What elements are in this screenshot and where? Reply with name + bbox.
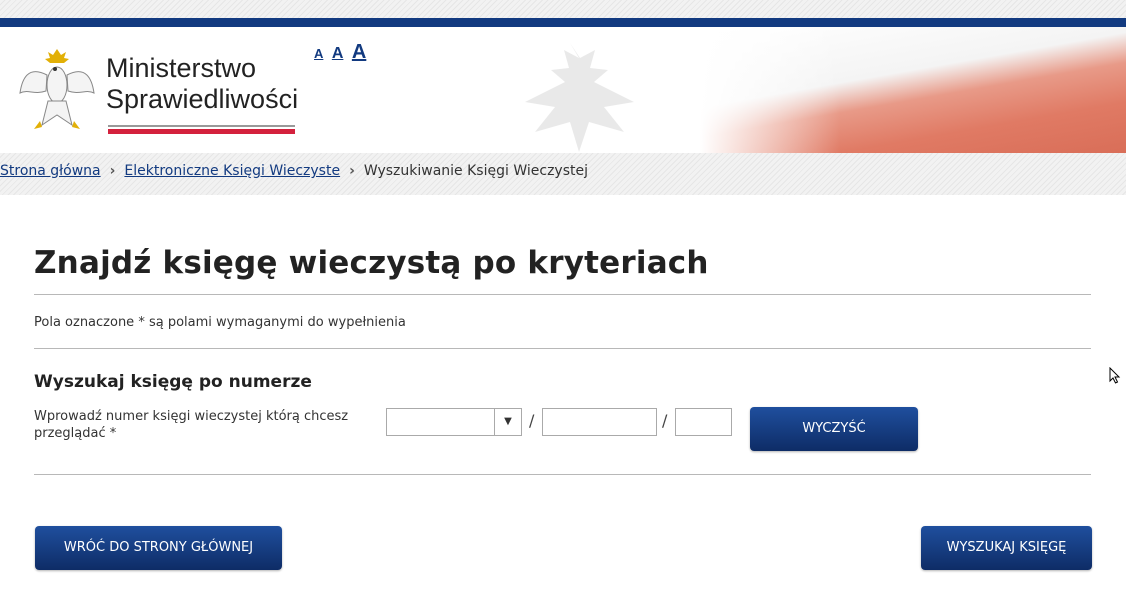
font-size-switcher: A A A (314, 41, 370, 64)
check-digit-input[interactable] (675, 408, 732, 436)
required-fields-note: Pola oznaczone * są polami wymaganymi do… (34, 315, 406, 330)
breadcrumb-ekw-link[interactable]: Elektroniczne Księgi Wieczyste (124, 163, 340, 179)
font-size-small[interactable]: A (314, 46, 323, 61)
eagle-logo-icon (19, 49, 95, 129)
header-blue-line (0, 18, 1126, 27)
logo-grey-rule (108, 125, 295, 127)
divider (34, 348, 1091, 349)
scrollbar[interactable] (1126, 0, 1139, 600)
font-size-large[interactable]: A (352, 41, 366, 63)
logo-red-rule (108, 129, 295, 134)
clear-button[interactable]: WYCZYŚĆ (750, 407, 918, 451)
court-code-select[interactable]: ▼ (386, 408, 522, 436)
dropdown-arrow-icon[interactable]: ▼ (494, 409, 521, 435)
font-size-medium[interactable]: A (332, 45, 344, 62)
breadcrumb-home-link[interactable]: Strona główna (0, 163, 101, 179)
separator: / (529, 411, 535, 430)
top-strip (0, 0, 1126, 18)
flag-banner (700, 27, 1126, 153)
site-header: Ministerstwo Sprawiedliwości A A A (0, 27, 1126, 153)
breadcrumb: Strona główna › Elektroniczne Księgi Wiecz… (0, 163, 588, 179)
separator: / (662, 411, 668, 430)
book-number-label: Wprowadź numer księgi wieczystej którą c… (34, 409, 349, 441)
divider (34, 474, 1091, 475)
divider (34, 294, 1091, 295)
section-title: Wyszukaj księgę po numerze (34, 372, 312, 392)
back-to-home-button[interactable]: WRÓĆ DO STRONY GŁÓWNEJ (35, 526, 282, 570)
chevron-right-icon: › (349, 163, 355, 179)
breadcrumb-current: Wyszukiwanie Księgi Wieczystej (363, 163, 588, 179)
ministry-logo-text[interactable]: Ministerstwo Sprawiedliwości (106, 53, 298, 115)
page-title: Znajdź księgę wieczystą po kryteriach (34, 245, 709, 281)
mouse-pointer-icon (1109, 367, 1121, 384)
logo-line-1: Ministerstwo (106, 53, 257, 83)
search-book-button[interactable]: WYSZUKAJ KSIĘGĘ (921, 526, 1092, 570)
chevron-right-icon: › (109, 163, 116, 179)
eagle-watermark-icon (525, 43, 634, 152)
book-number-input[interactable] (542, 408, 657, 436)
logo-line-2: Sprawiedliwości (106, 84, 299, 114)
main-content: Znajdź księgę wieczystą po kryteriach Po… (0, 195, 1126, 600)
